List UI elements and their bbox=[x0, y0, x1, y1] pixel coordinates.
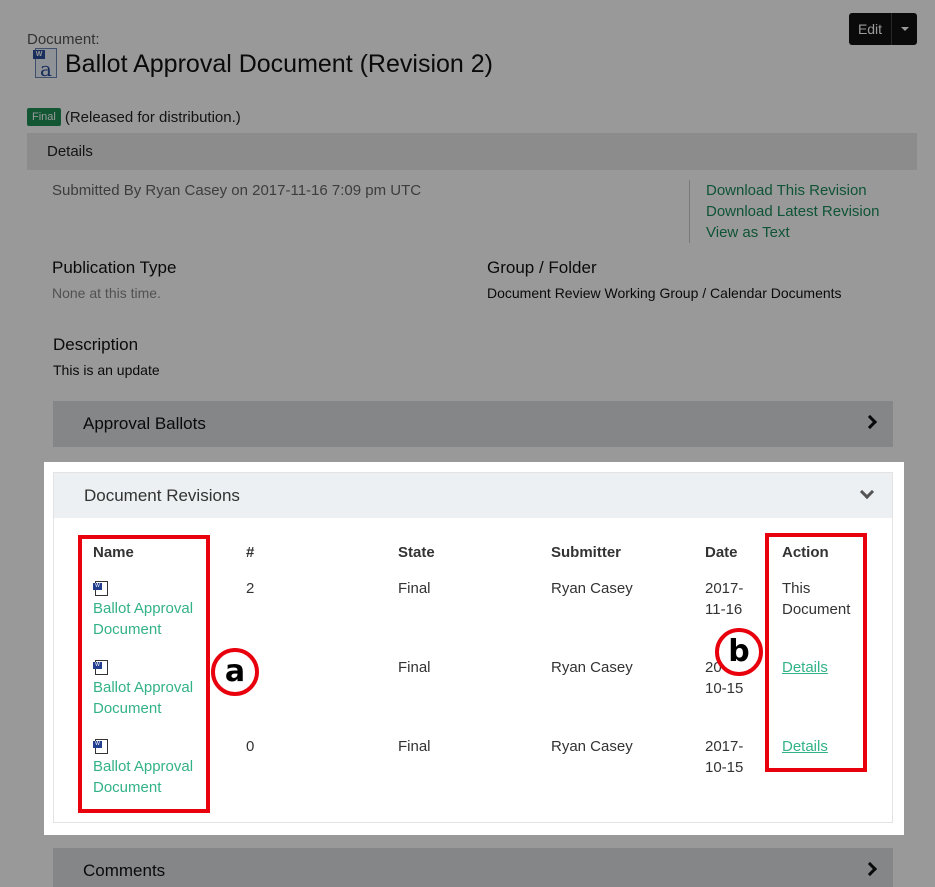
chevron-right-icon bbox=[862, 414, 878, 430]
col-header-name: Name bbox=[93, 544, 134, 561]
publication-type-label: Publication Type bbox=[52, 258, 177, 277]
document-label: Document: bbox=[27, 31, 100, 48]
revision-name-link[interactable]: Ballot Approval Document bbox=[93, 598, 208, 640]
revision-state: Final bbox=[398, 580, 431, 597]
state-row: Final (Released for distribution.) bbox=[27, 108, 241, 126]
chevron-right-icon bbox=[862, 861, 878, 877]
col-header-number: # bbox=[246, 544, 255, 561]
download-latest-revision-link[interactable]: Download Latest Revision bbox=[706, 201, 879, 222]
table-row-name: W Ballot Approval Document bbox=[93, 739, 208, 798]
edit-button[interactable]: Edit bbox=[849, 13, 917, 45]
revision-number: 0 bbox=[246, 738, 255, 755]
details-link[interactable]: Details bbox=[782, 738, 828, 755]
details-link[interactable]: Details bbox=[782, 659, 828, 676]
caret-down-icon[interactable] bbox=[891, 13, 917, 45]
revision-name-link[interactable]: Ballot Approval Document bbox=[93, 756, 208, 798]
word-document-icon: W bbox=[93, 739, 109, 754]
document-page: Document: Wa Ballot Approval Document (R… bbox=[0, 0, 935, 887]
comments-panel[interactable]: Comments bbox=[53, 848, 893, 887]
table-row-name: W Ballot Approval Document bbox=[93, 660, 208, 719]
word-document-icon: Wa bbox=[33, 48, 59, 80]
revision-action: Details bbox=[782, 736, 828, 757]
approval-ballots-panel[interactable]: Approval Ballots bbox=[53, 401, 893, 447]
group-folder-value: Document Review Working Group / Calendar… bbox=[487, 285, 842, 301]
comments-title: Comments bbox=[83, 861, 166, 880]
callout-a: a bbox=[211, 648, 259, 696]
revision-name-link[interactable]: Ballot Approval Document bbox=[93, 677, 208, 719]
chevron-down-icon bbox=[859, 484, 875, 500]
submitted-info: Submitted By Ryan Casey on 2017-11-16 7:… bbox=[52, 182, 422, 199]
document-revisions-header[interactable]: Document Revisions bbox=[54, 473, 892, 518]
revision-date: 2017- 10-15 bbox=[705, 738, 744, 776]
revision-date: 2017- 11-16 bbox=[705, 580, 744, 618]
edit-button-label: Edit bbox=[857, 21, 883, 37]
details-bar: Details bbox=[27, 133, 917, 170]
publication-type-value: None at this time. bbox=[52, 285, 161, 301]
document-revisions-panel: Document Revisions Name # State Submitte… bbox=[53, 472, 893, 823]
revision-state: Final bbox=[398, 738, 431, 755]
revision-submitter: Ryan Casey bbox=[551, 738, 633, 755]
status-text: (Released for distribution.) bbox=[64, 108, 241, 126]
revision-number: 2 bbox=[246, 580, 255, 597]
title-row: Wa Ballot Approval Document (Revision 2) bbox=[33, 48, 493, 80]
description-value: This is an update bbox=[53, 362, 160, 378]
download-this-revision-link[interactable]: Download This Revision bbox=[706, 180, 879, 201]
status-badge: Final bbox=[27, 108, 61, 126]
revision-state: Final bbox=[398, 659, 431, 676]
word-document-icon: W bbox=[93, 660, 109, 675]
callout-b: b bbox=[715, 628, 763, 676]
table-row-name: W Ballot Approval Document bbox=[93, 581, 208, 640]
revision-action-text: This Document bbox=[782, 580, 851, 618]
word-document-icon: W bbox=[93, 581, 109, 596]
revision-submitter: Ryan Casey bbox=[551, 659, 633, 676]
col-header-state: State bbox=[398, 544, 435, 561]
view-as-text-link[interactable]: View as Text bbox=[706, 222, 879, 243]
col-header-submitter: Submitter bbox=[551, 544, 622, 561]
col-header-date: Date bbox=[705, 544, 738, 561]
group-folder-label: Group / Folder bbox=[487, 258, 597, 277]
document-revisions-title: Document Revisions bbox=[84, 486, 240, 505]
page-title: Ballot Approval Document (Revision 2) bbox=[65, 49, 493, 78]
revision-action: Details bbox=[782, 657, 828, 678]
description-label: Description bbox=[53, 335, 139, 354]
download-links: Download This Revision Download Latest R… bbox=[689, 180, 879, 243]
col-header-action: Action bbox=[782, 544, 829, 561]
approval-ballots-title: Approval Ballots bbox=[83, 414, 206, 433]
revision-submitter: Ryan Casey bbox=[551, 580, 633, 597]
